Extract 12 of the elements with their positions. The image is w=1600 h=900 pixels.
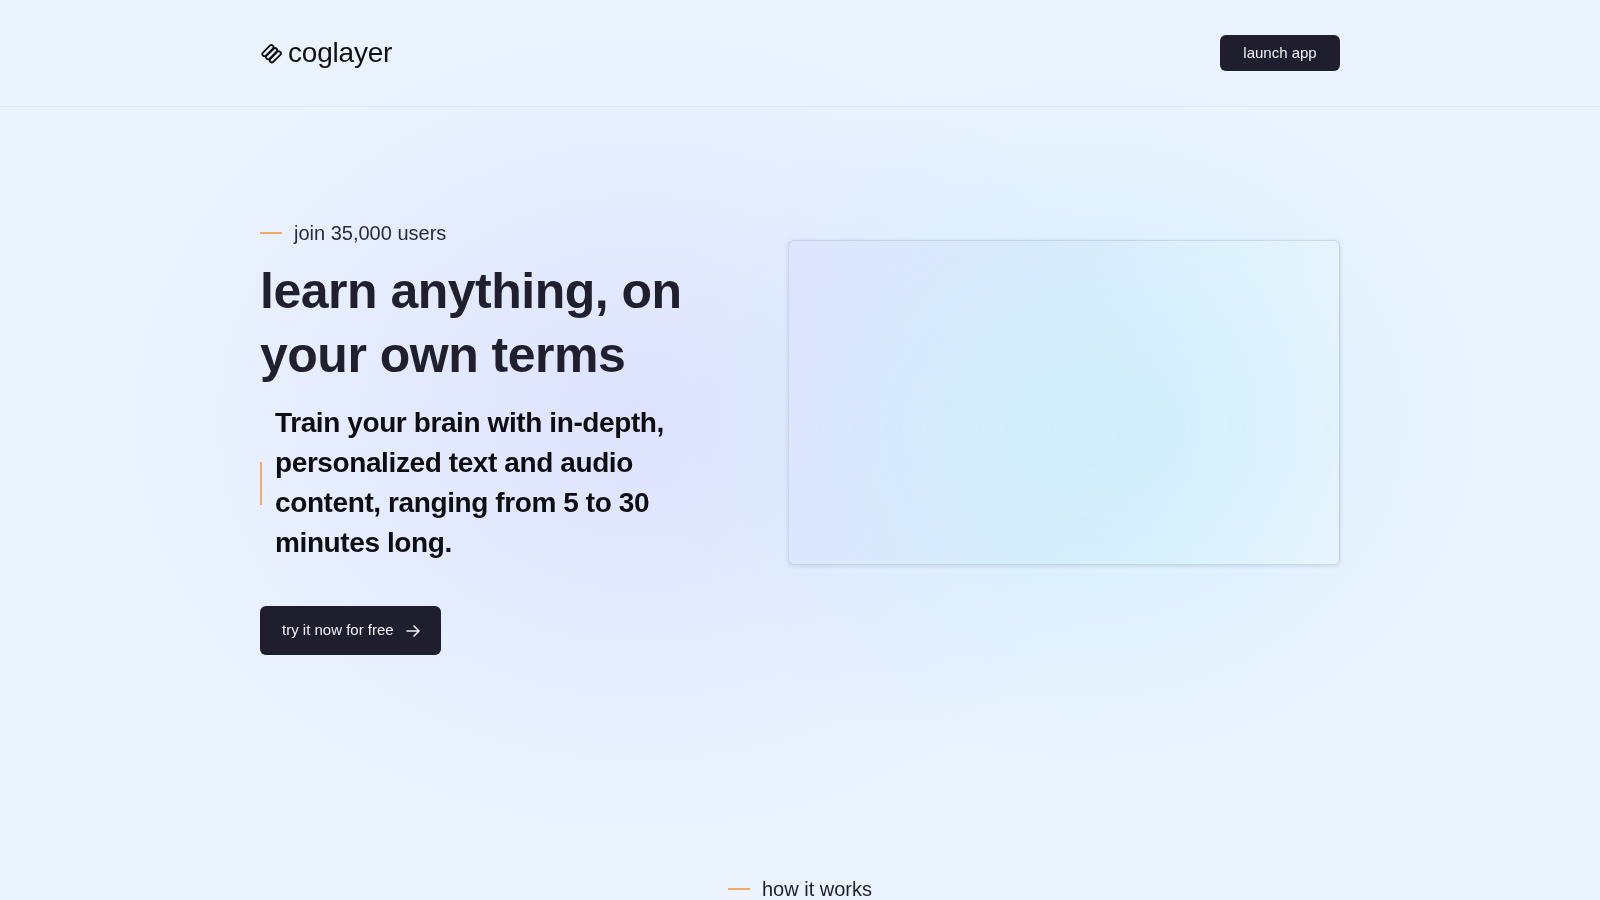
section-label: how it works [762, 879, 872, 899]
accent-bar-icon [260, 461, 262, 505]
launch-app-button[interactable]: launch app [1220, 35, 1340, 71]
logo-stripes-icon [260, 41, 284, 65]
try-free-button[interactable]: try it now for free [260, 606, 441, 655]
arrow-right-icon [405, 624, 420, 637]
eyebrow-text: join 35,000 users [294, 221, 447, 246]
logo-text[interactable]: coglayer [288, 36, 393, 70]
accent-dash-icon [728, 888, 750, 890]
accent-dash-icon [260, 232, 282, 234]
hero-heading: learn anything, on your own terms [260, 262, 683, 385]
hero-subheading: Train your brain with in-depth, personalized text and audio content, ranging from 5 to 30 minutes long. [275, 406, 665, 560]
